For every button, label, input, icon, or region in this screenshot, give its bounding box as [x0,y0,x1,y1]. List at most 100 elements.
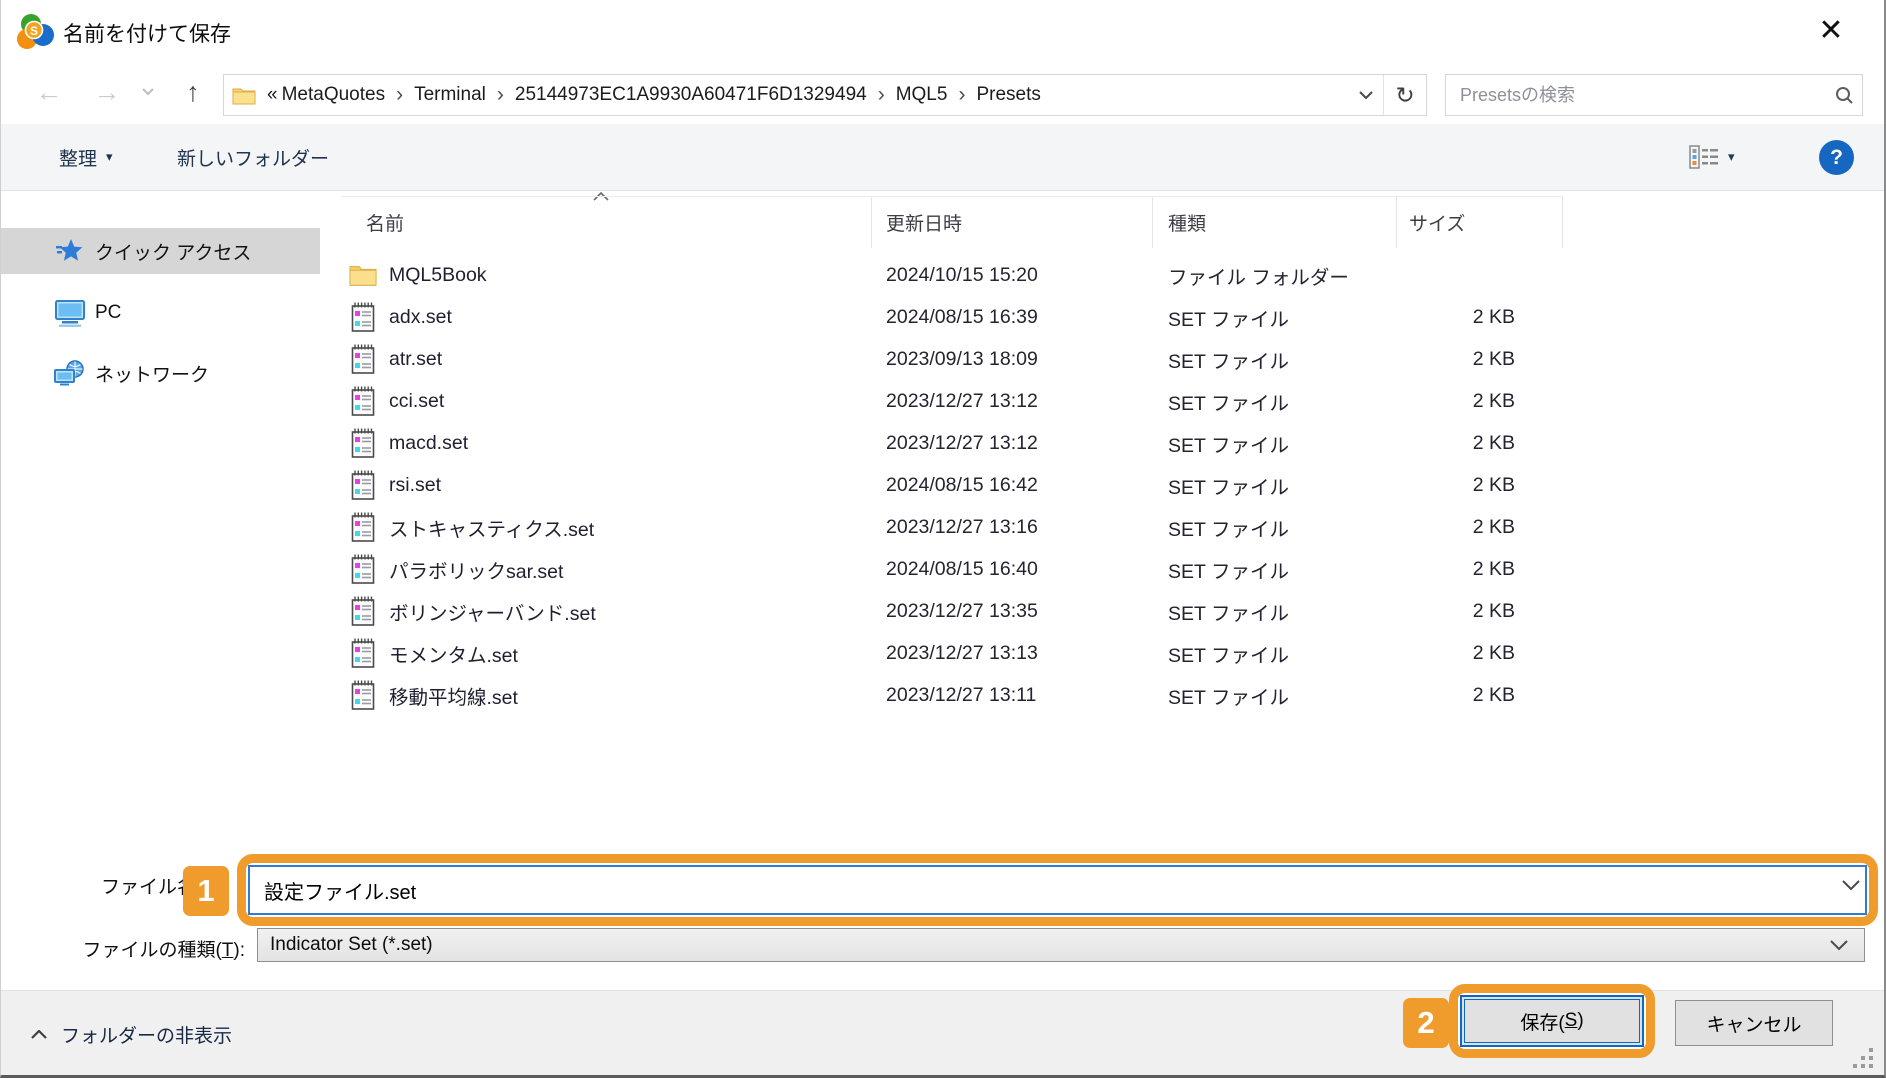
file-name: ボリンジャーバンド.set [389,597,596,626]
set-file-icon [351,386,375,416]
breadcrumb-separator-icon: › [949,83,974,107]
command-toolbar: 整理 ▾ 新しいフォルダー ▾ ? [1,124,1884,191]
view-mode-button[interactable]: ▾ [1689,124,1735,190]
view-caret-icon: ▾ [1728,149,1735,165]
file-date-modified: 2024/08/15 16:40 [872,558,1153,581]
file-icon [349,427,377,459]
organize-caret-icon: ▾ [106,149,113,165]
file-type: SET ファイル [1153,471,1397,500]
file-size: 2 KB [1397,474,1563,497]
resize-grip[interactable] [1853,1048,1875,1070]
annotation-step-1-badge: 1 [183,866,229,916]
file-row[interactable]: adx.set 2024/08/15 16:39 SET ファイル 2 KB [341,296,1563,338]
breadcrumb-separator-icon: › [869,83,894,107]
search-box[interactable] [1445,74,1863,116]
dialog-title: 名前を付けて保存 [63,0,231,66]
help-button[interactable]: ? [1819,140,1854,175]
title-bar: S 名前を付けて保存 ✕ [1,0,1884,66]
file-row[interactable]: ボリンジャーバンド.set 2023/12/27 13:35 SET ファイル … [341,590,1563,632]
cancel-button[interactable]: キャンセル [1675,1000,1833,1046]
new-folder-button[interactable]: 新しいフォルダー [177,124,329,190]
file-row[interactable]: macd.set 2023/12/27 13:12 SET ファイル 2 KB [341,422,1563,464]
column-header-type[interactable]: 種類 [1153,197,1397,248]
sidebar-item-pc[interactable]: PC [1,290,320,336]
column-header-date[interactable]: 更新日時 [872,197,1153,248]
file-type: SET ファイル [1153,429,1397,458]
file-type: SET ファイル [1153,513,1397,542]
hide-folders-button[interactable]: フォルダーの非表示 [31,991,232,1078]
address-dropdown-chevron-icon[interactable] [1349,91,1383,100]
file-date-modified: 2023/12/27 13:13 [872,642,1153,665]
sidebar-item-label: PC [95,302,121,324]
refresh-icon[interactable]: ↻ [1384,82,1426,109]
annotation-step-2-badge: 2 [1403,998,1449,1048]
set-file-icon [351,302,375,332]
file-row[interactable]: atr.set 2023/09/13 18:09 SET ファイル 2 KB [341,338,1563,380]
set-file-icon [351,596,375,626]
set-file-icon [351,470,375,500]
network-globe-icon [53,359,87,387]
file-row[interactable]: rsi.set 2024/08/15 16:42 SET ファイル 2 KB [341,464,1563,506]
forward-icon[interactable]: → [87,66,127,118]
file-row[interactable]: パラボリックsar.set 2024/08/15 16:40 SET ファイル … [341,548,1563,590]
file-size: 2 KB [1397,558,1563,581]
breadcrumb-separator-icon: › [387,83,412,107]
filetype-select[interactable]: Indicator Set (*.set) [257,928,1865,962]
file-type: SET ファイル [1153,597,1397,626]
breadcrumb-item[interactable]: Terminal [412,84,488,106]
file-name: MQL5Book [389,264,487,287]
file-type: SET ファイル [1153,555,1397,584]
organize-button[interactable]: 整理 ▾ [59,124,113,190]
column-header-name[interactable]: 名前 [341,197,872,248]
file-type: SET ファイル [1153,639,1397,668]
file-type: SET ファイル [1153,387,1397,416]
filename-dropdown-chevron-icon[interactable] [1842,878,1860,896]
save-button[interactable]: 保存(S) [1460,995,1644,1047]
sidebar-item-network[interactable]: ネットワーク [1,350,320,396]
breadcrumb-item[interactable]: Presets [974,84,1042,106]
filename-input[interactable] [248,865,1867,915]
file-name: atr.set [389,348,442,371]
breadcrumb-item[interactable]: 25144973EC1A9930A60471F6D1329494 [513,84,869,106]
file-row[interactable]: cci.set 2023/12/27 13:12 SET ファイル 2 KB [341,380,1563,422]
file-name: パラボリックsar.set [389,555,563,584]
filetype-label: ファイルの種類(T): [41,935,245,962]
file-row[interactable]: MQL5Book 2024/10/15 15:20 ファイル フォルダー [341,254,1563,296]
filename-label: ファイル名 [101,872,196,899]
file-date-modified: 2023/09/13 18:09 [872,348,1153,371]
file-name: モメンタム.set [389,639,518,668]
recent-locations-chevron-icon[interactable] [135,66,161,118]
search-input[interactable] [1446,85,1826,106]
up-icon[interactable]: ↑ [173,66,213,118]
file-size: 2 KB [1397,684,1563,707]
address-bar[interactable]: « MetaQuotes›Terminal›25144973EC1A9930A6… [223,74,1427,116]
back-icon[interactable]: ← [29,66,69,118]
breadcrumb-item[interactable]: MetaQuotes [280,84,388,106]
file-date-modified: 2023/12/27 13:12 [872,390,1153,413]
save-as-dialog: S 名前を付けて保存 ✕ ← → ↑ « MetaQuotes›Terminal… [0,0,1886,1078]
file-name: rsi.set [389,474,441,497]
column-header-size[interactable]: サイズ [1397,197,1563,248]
breadcrumb: MetaQuotes›Terminal›25144973EC1A9930A604… [280,83,1043,107]
filetype-dropdown-chevron-icon [1830,938,1848,956]
file-row[interactable]: モメンタム.set 2023/12/27 13:13 SET ファイル 2 KB [341,632,1563,674]
file-type: SET ファイル [1153,345,1397,374]
file-size: 2 KB [1397,600,1563,623]
file-row[interactable]: 移動平均線.set 2023/12/27 13:11 SET ファイル 2 KB [341,674,1563,716]
breadcrumb-item[interactable]: MQL5 [894,84,950,106]
file-date-modified: 2023/12/27 13:11 [872,684,1153,707]
list-header: 名前 更新日時 種類 サイズ [341,196,1563,248]
file-type: SET ファイル [1153,303,1397,332]
file-icon [349,679,377,711]
search-icon[interactable] [1826,86,1862,105]
file-name: adx.set [389,306,452,329]
close-icon[interactable]: ✕ [1806,0,1856,60]
file-size: 2 KB [1397,390,1563,413]
file-icon [349,511,377,543]
breadcrumb-prefix: « [265,84,280,106]
file-row[interactable]: ストキャスティクス.set 2023/12/27 13:16 SET ファイル … [341,506,1563,548]
set-file-icon [351,680,375,710]
file-icon [349,553,377,585]
sidebar-item-quick-access[interactable]: クイック アクセス [1,228,320,274]
file-icon [349,595,377,627]
